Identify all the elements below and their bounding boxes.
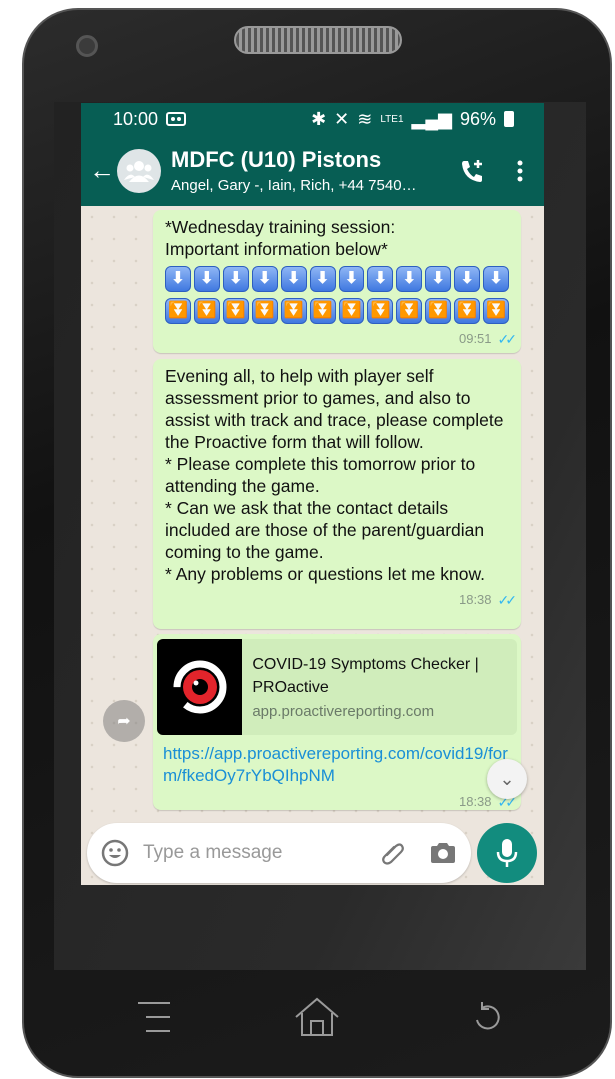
- message-meta: 18:38 ✓✓: [153, 585, 521, 617]
- chat-title: MDFC (U10) Pistons: [171, 147, 382, 172]
- link-title: COVID-19 Symptoms Checker | PROactive: [252, 656, 479, 696]
- voice-message-button[interactable]: [477, 823, 537, 883]
- group-icon: [124, 160, 154, 182]
- down-arrow-emoji: ⏬: [165, 298, 191, 324]
- vertical-dots-icon: [517, 160, 523, 181]
- message-time: 18:38: [458, 592, 492, 607]
- microphone-icon: [496, 839, 518, 867]
- message-meta: 18:38 ✓✓: [153, 787, 521, 819]
- group-avatar[interactable]: [117, 148, 161, 193]
- wifi-icon: ≋: [357, 108, 373, 129]
- link-domain: app.proactivereporting.com: [252, 703, 435, 720]
- status-time: 10:00: [113, 108, 159, 129]
- down-arrow-emoji: ⬇: [454, 266, 481, 292]
- read-ticks-icon: ✓✓: [497, 331, 518, 347]
- earpiece-speaker: [234, 26, 402, 54]
- more-options-button[interactable]: [496, 159, 544, 183]
- message-bubble[interactable]: Evening all, to help with player self as…: [153, 359, 521, 629]
- proactive-logo: [157, 639, 243, 735]
- read-ticks-icon: ✓✓: [497, 592, 518, 608]
- chat-participants: Angel, Gary -, Iain, Rich, +44 7540…: [171, 177, 417, 194]
- down-arrow-emoji: ⬇: [483, 266, 510, 292]
- down-arrow-emoji: ⏬: [309, 298, 336, 324]
- chat-info[interactable]: MDFC (U10) Pistons Angel, Gary -, Iain, …: [171, 147, 448, 194]
- home-icon: [295, 997, 339, 1036]
- down-arrow-emoji: ⬇: [165, 266, 191, 292]
- phone-screen: 10:00 ✱ ✕ ≋ LTE1 ▂▄▆ 96% ← MDFC (U10) Pi…: [81, 103, 544, 885]
- mute-icon: ✕: [334, 108, 350, 129]
- eye-logo-icon: [173, 660, 227, 714]
- down-arrow-emoji: ⬇: [251, 266, 278, 292]
- scroll-to-bottom-button[interactable]: ⌄: [487, 759, 527, 799]
- network-type: LTE1: [380, 113, 404, 125]
- camera-icon[interactable]: [429, 841, 457, 865]
- message-link[interactable]: https://app.proactivereporting.com/covid…: [153, 735, 521, 787]
- down-arrow-emoji: ⏬: [338, 298, 365, 324]
- chat-header: ← MDFC (U10) Pistons Angel, Gary -, Iain…: [81, 135, 544, 206]
- message-meta: 09:51 ✓✓: [153, 324, 521, 356]
- message-time: 09:51: [458, 331, 492, 346]
- message-bubble[interactable]: COVID-19 Symptoms Checker | PROactive ap…: [153, 634, 521, 810]
- message-text: Evening all, to help with player self as…: [165, 366, 504, 584]
- message-time: 18:38: [458, 794, 492, 809]
- down-arrow-emoji: ⬇: [222, 266, 249, 292]
- signal-icon: ▂▄▆: [411, 108, 452, 129]
- down-arrow-emoji: ⏬: [280, 298, 307, 324]
- emoji-row: ⏬ ⏬ ⏬ ⏬ ⏬ ⏬ ⏬ ⏬ ⏬ ⏬ ⏬ ⏬: [165, 298, 510, 324]
- down-arrow-emoji: ⏬: [193, 298, 220, 324]
- message-composer[interactable]: Type a message: [87, 823, 471, 883]
- message-text: *Wednesday training session: Important i…: [165, 217, 396, 259]
- link-preview-card[interactable]: COVID-19 Symptoms Checker | PROactive ap…: [157, 639, 517, 735]
- double-chevron-down-icon: ⌄: [499, 768, 515, 789]
- recent-apps-button[interactable]: [129, 992, 179, 1042]
- down-arrow-emoji: ⬇: [425, 266, 452, 292]
- down-arrow-emoji: ⬇: [338, 266, 365, 292]
- down-arrow-emoji: ⬇: [280, 266, 307, 292]
- down-arrow-emoji: ⏬: [483, 298, 510, 324]
- back-arrow-icon[interactable]: ←: [89, 155, 117, 186]
- down-arrow-emoji: ⬇: [367, 266, 394, 292]
- undo-arrow-icon: [476, 1002, 500, 1030]
- down-arrow-emoji: ⏬: [454, 298, 481, 324]
- message-list[interactable]: *Wednesday training session: Important i…: [81, 206, 544, 885]
- attachment-icon[interactable]: [379, 839, 407, 867]
- down-arrow-emoji: ⏬: [425, 298, 452, 324]
- down-arrow-emoji: ⬇: [309, 266, 336, 292]
- forward-arrow-icon: ➦: [117, 713, 131, 730]
- battery-icon: [504, 111, 514, 127]
- forward-button[interactable]: ➦: [103, 700, 145, 742]
- menu-lines-icon: [138, 1002, 170, 1032]
- emoji-icon[interactable]: [101, 839, 129, 867]
- voicemail-icon: [166, 112, 187, 126]
- message-bubble[interactable]: *Wednesday training session: Important i…: [153, 210, 521, 353]
- home-button[interactable]: [292, 992, 342, 1042]
- front-camera: [76, 35, 98, 57]
- android-nav-bar: [22, 970, 612, 1060]
- battery-percent: 96%: [459, 108, 496, 129]
- bluetooth-icon: ✱: [311, 108, 327, 129]
- phone-plus-icon: [462, 159, 482, 182]
- back-nav-button[interactable]: [462, 992, 512, 1042]
- add-call-button[interactable]: [448, 157, 496, 185]
- down-arrow-emoji: ⏬: [251, 298, 278, 324]
- message-input[interactable]: Type a message: [143, 842, 379, 864]
- down-arrow-emoji: ⏬: [222, 298, 249, 324]
- down-arrow-emoji: ⏬: [367, 298, 394, 324]
- down-arrow-emoji: ⬇: [193, 266, 220, 292]
- status-bar: 10:00 ✱ ✕ ≋ LTE1 ▂▄▆ 96%: [81, 103, 544, 135]
- emoji-row: ⬇ ⬇ ⬇ ⬇ ⬇ ⬇ ⬇ ⬇ ⬇ ⬇ ⬇ ⬇: [165, 266, 510, 292]
- down-arrow-emoji: ⬇: [396, 266, 423, 292]
- down-arrow-emoji: ⏬: [396, 298, 423, 324]
